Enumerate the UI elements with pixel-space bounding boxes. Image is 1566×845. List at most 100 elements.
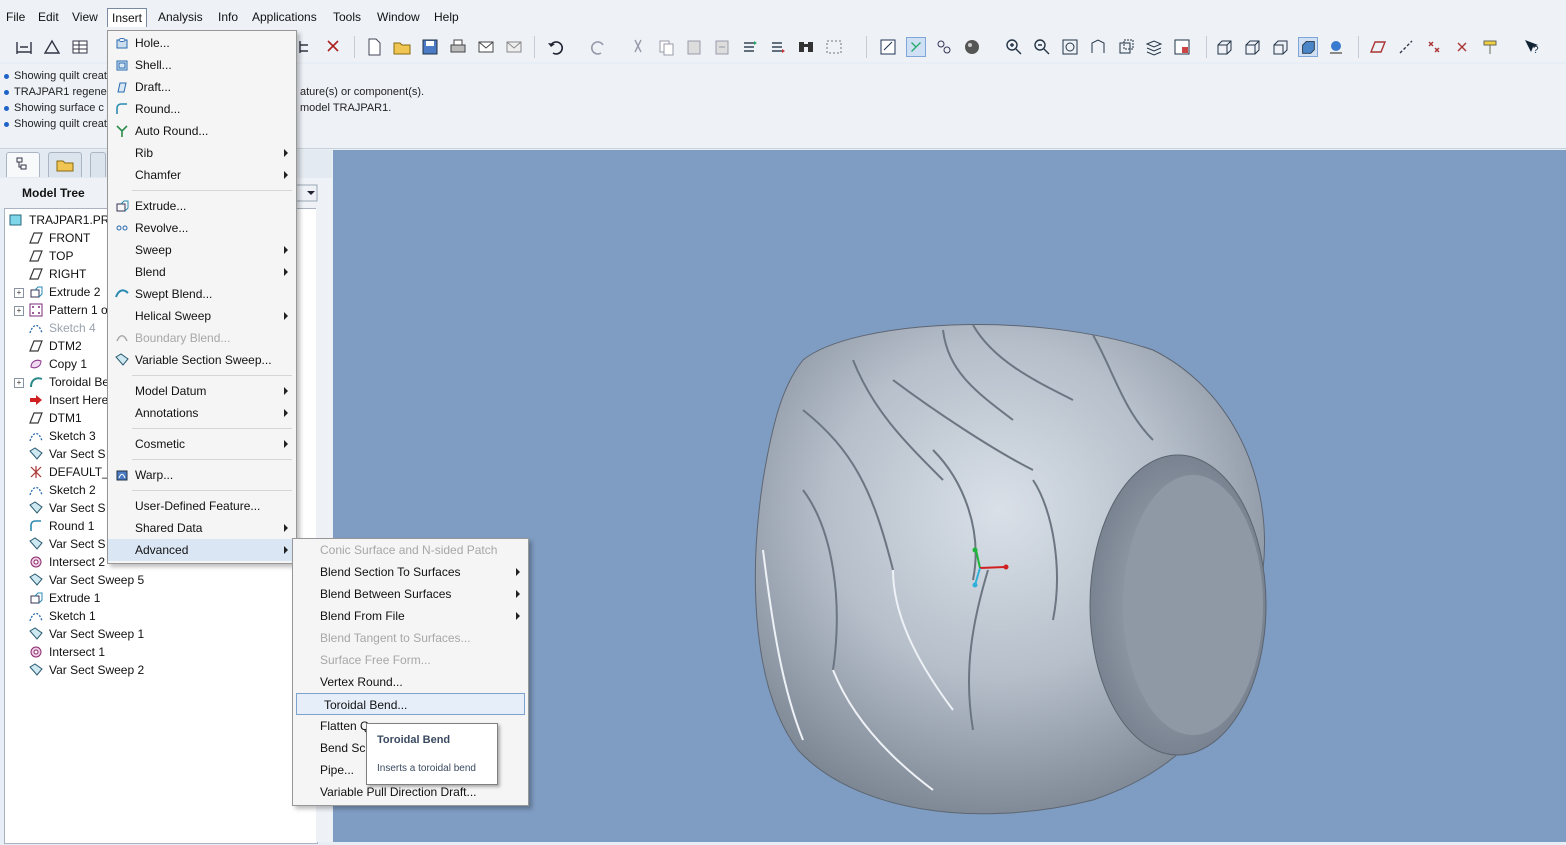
menu-item-blend-from-file[interactable]: Blend From File: [293, 605, 528, 627]
menu-item-cosmetic[interactable]: Cosmetic: [108, 433, 296, 455]
menu-item-label: Warp...: [135, 468, 174, 482]
menu-item-blend-section-to-surfaces[interactable]: Blend Section To Surfaces: [293, 561, 528, 583]
menu-item-label: Variable Pull Direction Draft...: [320, 785, 477, 799]
menu-item-swept-blend[interactable]: Swept Blend...: [108, 283, 296, 305]
shading-icon[interactable]: [1298, 37, 1318, 57]
email-icon[interactable]: [476, 37, 496, 57]
menu-item-blend-between-surfaces[interactable]: Blend Between Surfaces: [293, 583, 528, 605]
reference-dimension-icon[interactable]: [42, 37, 62, 57]
menu-item-advanced[interactable]: Advanced: [108, 539, 296, 561]
menu-item-variable-section-sweep[interactable]: Variable Section Sweep...: [108, 349, 296, 371]
menu-help[interactable]: Help: [430, 10, 463, 24]
menu-item-label: Rib: [135, 146, 154, 160]
menu-separator: [132, 375, 292, 376]
datum-axis-display-icon[interactable]: [1396, 37, 1416, 57]
datum-point-display-icon[interactable]: [1424, 37, 1444, 57]
menu-item-annotations[interactable]: Annotations: [108, 402, 296, 424]
datum-plane-display-icon[interactable]: [1368, 37, 1388, 57]
menu-tools[interactable]: Tools: [329, 10, 365, 24]
model-tree-title: Model Tree: [22, 186, 85, 200]
menu-item-auto-round[interactable]: Auto Round...: [108, 120, 296, 142]
annotation-display-icon[interactable]: [1480, 37, 1500, 57]
tab-favorites[interactable]: [90, 152, 106, 177]
menu-item-extrude[interactable]: Extrude...: [108, 195, 296, 217]
email-link-icon[interactable]: [504, 37, 524, 57]
menu-separator: [132, 428, 292, 429]
undo-icon[interactable]: [546, 37, 566, 57]
tree-item-label: Copy 1: [49, 357, 88, 371]
model-tree-tool-icon[interactable]: [296, 37, 316, 57]
menu-window[interactable]: Window: [373, 10, 424, 24]
menu-item-conic-surface-and-n-sided-patch: Conic Surface and N-sided Patch: [293, 539, 528, 561]
menu-item-shared-data[interactable]: Shared Data: [108, 517, 296, 539]
no-hidden-icon[interactable]: [1270, 37, 1290, 57]
zoom-out-icon[interactable]: [1032, 37, 1052, 57]
dimension-icon[interactable]: [14, 37, 34, 57]
tree-expand-icon[interactable]: +: [14, 378, 24, 388]
refit-icon[interactable]: [1060, 37, 1080, 57]
new-file-icon[interactable]: [364, 37, 384, 57]
menu-item-draft[interactable]: Draft...: [108, 76, 296, 98]
tree-expand-icon[interactable]: +: [14, 288, 24, 298]
menu-item-round[interactable]: Round...: [108, 98, 296, 120]
menu-item-label: Advanced: [135, 543, 189, 557]
repaint-icon[interactable]: [878, 37, 898, 57]
menu-analysis[interactable]: Analysis: [154, 10, 207, 24]
appearance-sphere-icon[interactable]: [962, 37, 982, 57]
paste-special-icon[interactable]: [712, 37, 732, 57]
menu-item-model-datum[interactable]: Model Datum: [108, 380, 296, 402]
menu-view[interactable]: View: [68, 10, 102, 24]
copy-icon[interactable]: [656, 37, 676, 57]
orient-mode-icon[interactable]: [934, 37, 954, 57]
menu-item-label: Toroidal Bend...: [324, 698, 408, 712]
enhanced-realism-icon[interactable]: [1326, 37, 1346, 57]
print-icon[interactable]: [448, 37, 468, 57]
menu-item-vertex-round[interactable]: Vertex Round...: [293, 671, 528, 693]
erase-icon[interactable]: [324, 37, 344, 57]
menu-info[interactable]: Info: [214, 10, 242, 24]
menu-item-helical-sweep[interactable]: Helical Sweep: [108, 305, 296, 327]
context-help-icon[interactable]: ?: [1522, 37, 1542, 57]
menu-edit[interactable]: Edit: [34, 10, 63, 24]
menu-item-user-defined-feature[interactable]: User-Defined Feature...: [108, 495, 296, 517]
tree-item-label: Extrude 2: [49, 285, 101, 299]
menu-item-chamfer[interactable]: Chamfer: [108, 164, 296, 186]
regenerate-icon[interactable]: [740, 37, 760, 57]
hidden-line-icon[interactable]: [1242, 37, 1262, 57]
menu-insert[interactable]: Insert: [107, 8, 148, 27]
table-icon[interactable]: [70, 37, 90, 57]
csys-display-icon[interactable]: [1452, 37, 1472, 57]
menu-applications[interactable]: Applications: [248, 10, 321, 24]
menu-item-rib[interactable]: Rib: [108, 142, 296, 164]
saved-views-icon[interactable]: [1116, 37, 1136, 57]
menu-item-shell[interactable]: Shell...: [108, 54, 296, 76]
menu-item-sweep[interactable]: Sweep: [108, 239, 296, 261]
submenu-arrow-icon: [284, 440, 288, 448]
menu-item-warp[interactable]: Warp...: [108, 464, 296, 486]
spin-center-icon[interactable]: [906, 37, 926, 57]
find-icon[interactable]: [796, 37, 816, 57]
tree-expand-icon[interactable]: +: [14, 306, 24, 316]
menu-item-label: Annotations: [135, 406, 199, 420]
wireframe-icon[interactable]: [1214, 37, 1234, 57]
select-box-icon[interactable]: [824, 37, 844, 57]
save-icon[interactable]: [420, 37, 440, 57]
regen-manager-icon[interactable]: [768, 37, 788, 57]
menu-item-revolve[interactable]: Revolve...: [108, 217, 296, 239]
menu-item-toroidal-bend[interactable]: Toroidal Bend...: [296, 693, 525, 715]
tab-model-tree[interactable]: [6, 152, 40, 177]
menu-item-blend[interactable]: Blend: [108, 261, 296, 283]
reorient-icon[interactable]: [1088, 37, 1108, 57]
tab-folder-browser[interactable]: [48, 152, 82, 177]
layers-icon[interactable]: [1144, 37, 1164, 57]
menu-file[interactable]: File: [2, 10, 29, 24]
zoom-in-icon[interactable]: [1004, 37, 1024, 57]
redo-icon[interactable]: [588, 37, 608, 57]
view-manager-icon[interactable]: [1172, 37, 1192, 57]
open-folder-icon[interactable]: [392, 37, 412, 57]
paste-icon[interactable]: [684, 37, 704, 57]
cut-icon[interactable]: [628, 37, 648, 57]
menu-item-hole[interactable]: Hole...: [108, 32, 296, 54]
datum-plane-icon: [29, 268, 43, 280]
tooltip-title: Toroidal Bend: [377, 734, 451, 746]
